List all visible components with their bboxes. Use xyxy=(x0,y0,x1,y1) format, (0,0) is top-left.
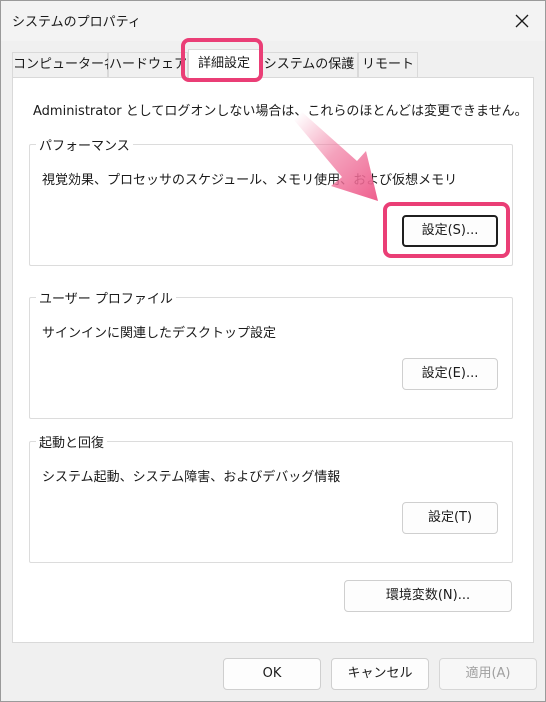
tab-highlight-box xyxy=(181,38,263,82)
user-profile-title: ユーザー プロファイル xyxy=(36,288,176,307)
ok-button[interactable]: OK xyxy=(223,658,321,690)
startup-recovery-title: 起動と回復 xyxy=(36,432,108,451)
tab-strip: コンピューター名 ハードウェア 詳細設定 システムの保護 リモート xyxy=(1,49,545,78)
startup-recovery-group: 起動と回復 システム起動、システム障害、およびデバッグ情報 設定(T) xyxy=(29,432,513,563)
close-icon xyxy=(515,14,529,28)
button-highlight-box xyxy=(383,202,510,258)
user-profile-group: ユーザー プロファイル サインインに関連したデスクトップ設定 設定(E)... xyxy=(29,288,513,419)
tab-system-protection[interactable]: システムの保護 xyxy=(260,52,358,77)
window-title: システムのプロパティ xyxy=(12,15,141,30)
startup-recovery-description: システム起動、システム障害、およびデバッグ情報 xyxy=(42,470,341,485)
user-profile-description: サインインに関連したデスクトップ設定 xyxy=(42,326,277,341)
apply-button[interactable]: 適用(A) xyxy=(439,658,537,690)
environment-variables-button[interactable]: 環境変数(N)... xyxy=(344,580,512,612)
advanced-tab-panel: Administrator としてログオンしない場合は、これらのほとんどは変更で… xyxy=(12,77,534,643)
dialog-footer: OK キャンセル 適用(A) xyxy=(1,643,545,701)
system-properties-dialog: システムのプロパティ コンピューター名 ハードウェア 詳細設定 システムの保護 … xyxy=(0,0,546,702)
performance-description: 視覚効果、プロセッサのスケジュール、メモリ使用、および仮想メモリ xyxy=(42,173,458,188)
title-bar: システムのプロパティ xyxy=(1,1,545,41)
close-button[interactable] xyxy=(505,5,539,37)
user-profile-settings-button[interactable]: 設定(E)... xyxy=(402,358,498,390)
startup-recovery-settings-button[interactable]: 設定(T) xyxy=(402,502,498,534)
tab-remote[interactable]: リモート xyxy=(358,52,418,77)
tab-hardware[interactable]: ハードウェア xyxy=(108,52,188,77)
admin-notice: Administrator としてログオンしない場合は、これらのほとんどは変更で… xyxy=(33,104,528,119)
performance-title: パフォーマンス xyxy=(36,135,133,154)
tab-computer-name[interactable]: コンピューター名 xyxy=(12,52,117,77)
cancel-button[interactable]: キャンセル xyxy=(331,658,429,690)
